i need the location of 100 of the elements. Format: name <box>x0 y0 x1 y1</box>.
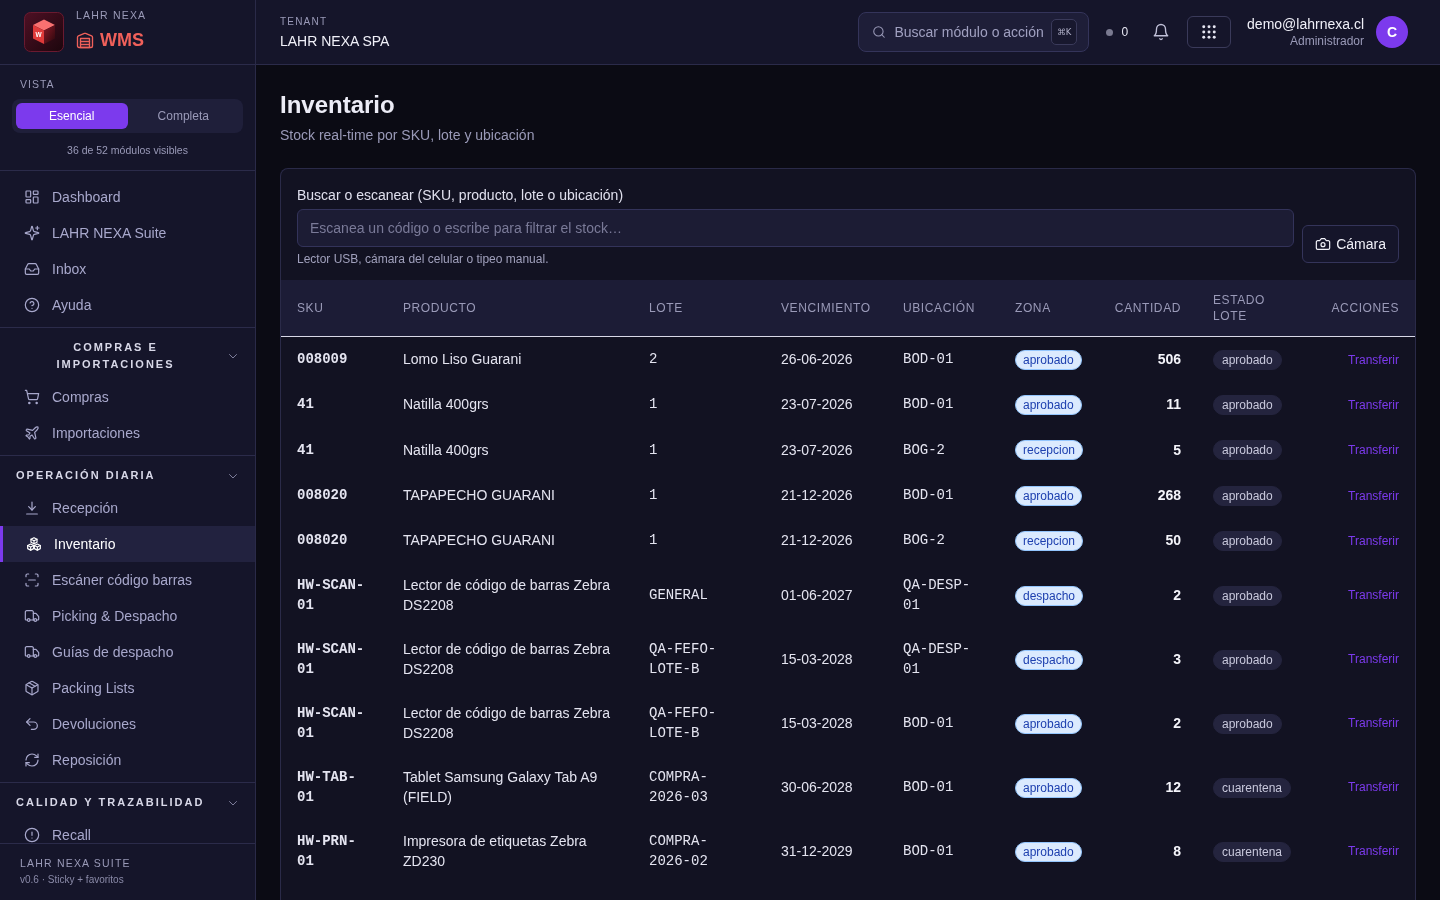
view-option[interactable]: Esencial <box>16 103 128 129</box>
plane-icon <box>24 425 40 441</box>
quantity-cell-text: 3 <box>1172 650 1182 669</box>
section-toggle[interactable]: OPERACIÓN DIARIA <box>0 456 255 490</box>
lot-status-badge: aprobado <box>1213 713 1282 734</box>
refresh-icon <box>24 752 40 768</box>
scan-icon <box>24 572 40 588</box>
product-cell-text: Natilla 400grs <box>402 440 490 460</box>
sku-cell-text: 008020 <box>296 531 349 551</box>
zone-badge: aprobado <box>1015 395 1082 416</box>
column-header: LOTE <box>633 280 765 336</box>
sidebar-item[interactable]: Escáner código barras <box>0 562 255 598</box>
warehouse-icon <box>76 31 94 49</box>
quantity-cell-text: 268 <box>1156 486 1182 506</box>
sku-cell-text: 41 <box>296 395 315 415</box>
alert-icon <box>24 827 40 843</box>
sparkles-icon <box>24 225 40 241</box>
product-cell-text: Natilla 400grs <box>402 395 490 415</box>
section-toggle[interactable]: CALIDAD Y TRAZABILIDAD <box>0 783 255 817</box>
sku-cell-text: 41 <box>296 440 315 460</box>
lot-cell-text: GENERAL <box>648 586 709 605</box>
status-count: 0 <box>1121 24 1129 40</box>
sku-cell-text: HW-SCAN-01 <box>296 704 366 743</box>
sku-cell-text: 008020 <box>296 486 349 506</box>
lot-cell-text: 1 <box>648 395 659 415</box>
cart-icon <box>24 389 40 405</box>
layout-grid-icon <box>24 189 40 205</box>
sidebar-item[interactable]: Guías de despacho <box>0 634 255 670</box>
suite-name: LAHR NEXA SUITE <box>20 856 132 870</box>
sidebar-item[interactable]: Inventario <box>0 526 255 562</box>
sku-cell-text: HW-PRN-01 <box>296 832 357 871</box>
product-cell-text: TAPAPECHO GUARANI <box>402 531 556 551</box>
page-title: Inventario <box>280 90 395 120</box>
location-cell: BOD-01 <box>887 336 999 382</box>
sku-cell-text: HW-TAB-01 <box>296 768 357 807</box>
sidebar-item[interactable]: Recall <box>0 817 255 843</box>
quantity-cell-text: 2 <box>1172 714 1182 733</box>
tenant-name: LAHR NEXA SPA <box>280 31 390 50</box>
sidebar-item[interactable]: Importaciones <box>0 415 255 451</box>
sidebar-item[interactable]: Compras <box>0 379 255 415</box>
section-toggle[interactable]: COMPRAS E IMPORTACIONES <box>0 328 255 379</box>
location-cell-text: BOD-01 <box>902 778 955 797</box>
section-label: VISTA <box>20 77 55 91</box>
zone-badge: recepcion <box>1015 531 1084 551</box>
column-header: ZONA <box>999 280 1099 336</box>
camera-icon <box>1315 236 1332 252</box>
sku-cell-text: HW-SCAN-01 <box>296 576 366 615</box>
brand-overline: LAHR NEXA <box>76 8 147 22</box>
field-label: Buscar o escanear (SKU, producto, lote o ubicación) <box>297 186 624 205</box>
lot-status-badge: cuarentena <box>1213 841 1292 862</box>
location-cell-text: QA-DESP-01 <box>902 640 972 679</box>
lot-cell-text: COMPRA-2026-02 <box>648 832 709 871</box>
product-cell-text: Lector de código de barras Zebra DS2208 <box>402 640 611 679</box>
user-avatar[interactable]: C <box>1376 16 1408 48</box>
product-cell-text: Tablet Samsung Galaxy Tab A9 (FIELD) <box>402 768 599 807</box>
scan-input-field[interactable]: Escanea un código o escribe para filtrar el stock… <box>297 209 1295 247</box>
shortcut-key: ⌘K <box>1051 19 1078 45</box>
sidebar-item[interactable]: Reposición <box>0 742 255 778</box>
apps-button[interactable] <box>1187 16 1232 48</box>
bell-icon[interactable] <box>1152 23 1171 41</box>
zone-badge: aprobado <box>1015 777 1082 798</box>
sidebar-item[interactable]: Devoluciones <box>0 706 255 742</box>
location-cell-text: QA-DESP-01 <box>902 576 972 615</box>
column-header: UBICACIÓN <box>887 280 999 336</box>
lot-status-badge: aprobado <box>1213 585 1282 606</box>
expiry-date-cell-text: 01-06-2027 <box>780 586 854 605</box>
camera-button[interactable]: Cámara <box>1302 225 1399 263</box>
truck-icon <box>24 608 40 624</box>
view-option[interactable]: Completa <box>127 103 239 129</box>
location-cell-text: BOD-01 <box>902 395 955 415</box>
sidebar-item[interactable]: Picking & Despacho <box>0 598 255 634</box>
sidebar-item[interactable]: Inbox <box>0 251 255 287</box>
lot-status-badge: aprobado <box>1213 485 1282 506</box>
status-dot-icon <box>1106 28 1114 36</box>
product-cell-text: Lector de código de barras Zebra DS2208 <box>402 704 611 743</box>
lot-cell-text: QA-FEFO-LOTE-B <box>648 704 718 743</box>
user-email: demo@lahrnexa.cl <box>1247 15 1364 33</box>
quantity-cell-text: 50 <box>1164 531 1182 551</box>
package-icon <box>24 680 40 696</box>
field-hint: Lector USB, cámara del celular o tipeo manual. <box>297 253 549 265</box>
zone-badge: recepcion <box>1015 440 1084 461</box>
product-cell: Lomo Liso Guarani <box>387 336 633 382</box>
expiry-date-cell-text: 21-12-2026 <box>780 486 854 506</box>
zone-badge: aprobado <box>1015 485 1082 506</box>
expiry-date-cell-text: 15-03-2028 <box>780 714 854 733</box>
sidebar-item[interactable]: Packing Lists <box>0 670 255 706</box>
sidebar-item[interactable]: Recepción <box>0 490 255 526</box>
location-cell-text: BOD-01 <box>902 714 955 733</box>
quantity-cell-text: 5 <box>1172 440 1182 460</box>
column-header: ESTADO LOTE <box>1197 280 1315 336</box>
sidebar-item[interactable]: Ayuda <box>0 287 255 323</box>
lot-status-badge: aprobado <box>1213 440 1282 461</box>
undo-arrow-icon <box>24 716 40 732</box>
product-cell-text: Impresora de etiquetas Zebra ZD230 <box>402 832 588 871</box>
quantity-cell-text: 2 <box>1172 586 1182 605</box>
sidebar-item[interactable]: Dashboard <box>0 179 255 215</box>
column-header: ACCIONES <box>1315 280 1415 336</box>
truck-icon <box>24 644 40 660</box>
download-icon <box>24 500 40 516</box>
sidebar-item[interactable]: LAHR NEXA Suite <box>0 215 255 251</box>
